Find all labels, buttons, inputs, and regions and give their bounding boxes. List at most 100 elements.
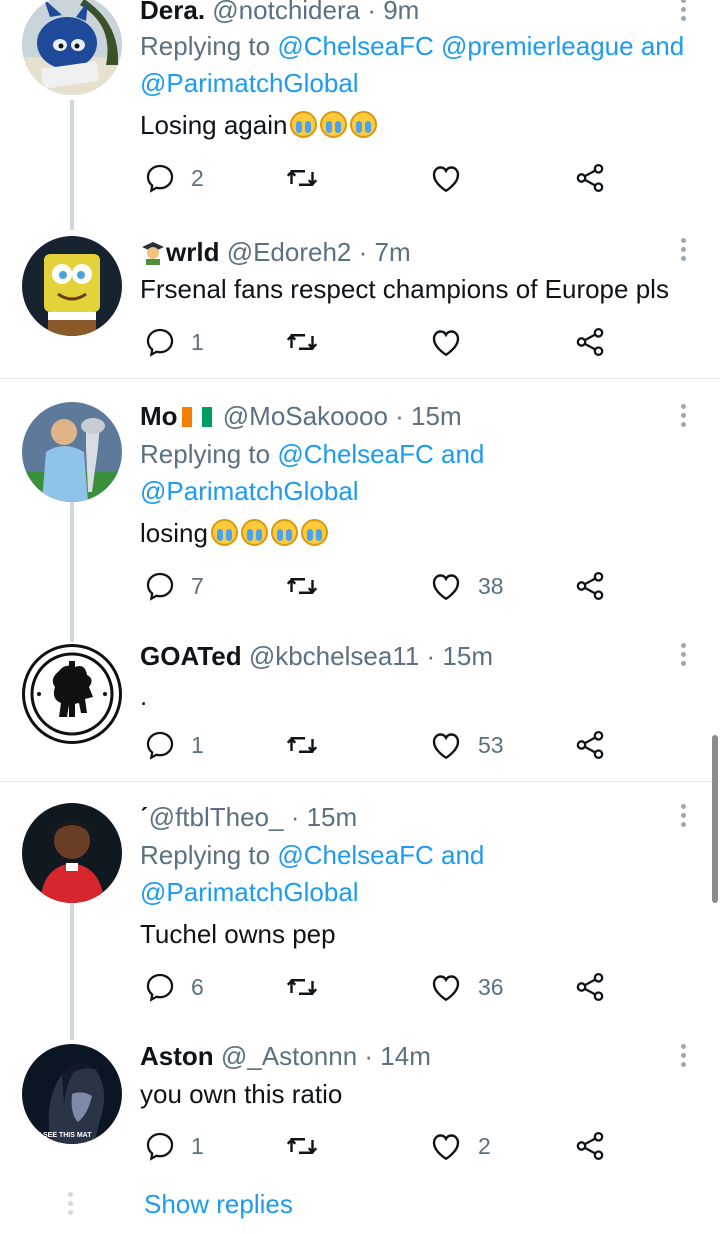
- show-replies-link[interactable]: Show replies: [144, 1188, 293, 1220]
- share-button[interactable]: [573, 967, 607, 1007]
- crying-emoji: [320, 111, 348, 138]
- reply-count: 1: [191, 328, 204, 355]
- reply-icon: [146, 973, 174, 1002]
- replying-to-cont: @ParimatchGlobal: [140, 475, 359, 507]
- timestamp[interactable]: · 15m: [291, 802, 357, 832]
- timestamp[interactable]: · 15m: [395, 401, 461, 431]
- mention-and[interactable]: and: [641, 31, 684, 61]
- display-name[interactable]: wrld: [166, 237, 219, 267]
- avatar[interactable]: [22, 644, 122, 744]
- mention-and[interactable]: and: [441, 840, 484, 870]
- more-options-icon[interactable]: [676, 0, 690, 25]
- avatar[interactable]: [22, 0, 122, 95]
- more-options-icon[interactable]: [676, 643, 690, 670]
- avatar[interactable]: [22, 402, 122, 502]
- handle[interactable]: @_Astonnn: [221, 1041, 357, 1071]
- like-button[interactable]: [428, 158, 478, 198]
- more-options-icon[interactable]: [676, 404, 690, 431]
- crying-emoji: [270, 519, 298, 546]
- like-count: 38: [478, 572, 504, 599]
- mention-link[interactable]: @ParimatchGlobal: [140, 476, 359, 506]
- display-name[interactable]: Aston: [140, 1041, 214, 1071]
- reply-count: 7: [191, 572, 204, 599]
- tweet-text: you own this ratio: [140, 1078, 342, 1110]
- timestamp[interactable]: · 15m: [427, 641, 493, 671]
- mention-link[interactable]: @ChelseaFC: [277, 439, 433, 469]
- reply-prefix: Replying to: [140, 840, 271, 870]
- share-button[interactable]: [573, 322, 607, 362]
- chelsea-lion-logo: [30, 652, 114, 736]
- mention-link[interactable]: @ParimatchGlobal: [140, 877, 359, 907]
- replying-to-cont: @ParimatchGlobal: [140, 67, 359, 99]
- tweet-actions: 2: [140, 158, 620, 198]
- share-button[interactable]: [573, 158, 607, 198]
- like-button[interactable]: 36: [428, 967, 504, 1007]
- retweet-button[interactable]: [284, 725, 334, 765]
- tweet-text: .: [140, 680, 147, 712]
- timestamp[interactable]: · 14m: [364, 1041, 430, 1071]
- handle[interactable]: @ftblTheo_: [149, 802, 284, 832]
- reply-button[interactable]: 1: [143, 322, 204, 362]
- mention-link[interactable]: @ChelseaFC: [277, 840, 433, 870]
- mention-link[interactable]: @ParimatchGlobal: [140, 68, 359, 98]
- handle[interactable]: @kbchelsea11: [249, 641, 419, 671]
- tweet-actions: 1 2: [140, 1126, 620, 1166]
- mention-link[interactable]: @ChelseaFC @premierleague: [277, 31, 633, 61]
- retweet-button[interactable]: [284, 322, 334, 362]
- share-button[interactable]: [573, 1126, 607, 1166]
- more-options-icon[interactable]: [676, 1044, 690, 1071]
- retweet-button[interactable]: [284, 566, 334, 606]
- timestamp[interactable]: · 7m: [359, 237, 411, 267]
- reply-button[interactable]: 1: [143, 725, 204, 765]
- reply-button[interactable]: 2: [143, 158, 204, 198]
- handle[interactable]: @notchidera: [212, 0, 360, 25]
- reply-button[interactable]: 7: [143, 566, 204, 606]
- tweet-text: Losing again: [140, 109, 378, 141]
- reply-button[interactable]: 1: [143, 1126, 204, 1166]
- reply-button[interactable]: 6: [143, 967, 204, 1007]
- tweet-text: losing: [140, 517, 328, 549]
- tweet-body: Frsenal fans respect champions of Europe…: [140, 274, 669, 304]
- display-name[interactable]: ˊ: [140, 802, 149, 832]
- student-emoji: [140, 239, 166, 265]
- like-button[interactable]: 2: [428, 1126, 491, 1166]
- replying-to: Replying to @ChelseaFC and: [140, 438, 484, 470]
- retweet-button[interactable]: [284, 967, 334, 1007]
- reply-count: 1: [191, 1132, 204, 1159]
- tweet-header: ˊ@ftblTheo_ · 15m: [140, 801, 357, 833]
- display-name[interactable]: Mo: [140, 401, 178, 431]
- thread-dots: [68, 1192, 74, 1215]
- share-icon: [576, 327, 604, 357]
- avatar[interactable]: U SEE THIS MAT: [22, 1044, 122, 1144]
- display-name[interactable]: GOATed: [140, 641, 242, 671]
- like-button[interactable]: 53: [428, 725, 504, 765]
- share-button[interactable]: [573, 725, 607, 765]
- retweet-button[interactable]: [284, 158, 334, 198]
- like-count: 2: [478, 1132, 491, 1159]
- tweet-actions: 1 53: [140, 725, 620, 765]
- mention-and[interactable]: and: [441, 439, 484, 469]
- scrollbar[interactable]: [712, 735, 718, 903]
- like-button[interactable]: 38: [428, 566, 504, 606]
- tweet-body: you own this ratio: [140, 1079, 343, 1109]
- timestamp[interactable]: · 9m: [367, 0, 419, 25]
- share-icon: [576, 730, 604, 760]
- like-button[interactable]: [428, 322, 478, 362]
- retweet-icon: [286, 170, 318, 186]
- handle[interactable]: @Edoreh2: [227, 237, 352, 267]
- avatar-caption: U SEE THIS MAT: [36, 1132, 92, 1139]
- handle[interactable]: @MoSakoooo: [223, 401, 388, 431]
- tweet-text: Tuchel owns pep: [140, 918, 336, 950]
- thread-line: [70, 502, 74, 642]
- like-icon: [432, 1134, 460, 1161]
- tweet-header: GOATed @kbchelsea11 · 15m: [140, 640, 493, 672]
- avatar[interactable]: [22, 236, 122, 336]
- share-button[interactable]: [573, 566, 607, 606]
- more-options-icon[interactable]: [676, 804, 690, 831]
- avatar-image: [22, 803, 122, 903]
- more-options-icon[interactable]: [676, 238, 690, 265]
- display-name[interactable]: Dera.: [140, 0, 205, 25]
- avatar[interactable]: [22, 803, 122, 903]
- retweet-button[interactable]: [284, 1126, 334, 1166]
- tweet-header: Mo @MoSakoooo · 15m: [140, 400, 462, 432]
